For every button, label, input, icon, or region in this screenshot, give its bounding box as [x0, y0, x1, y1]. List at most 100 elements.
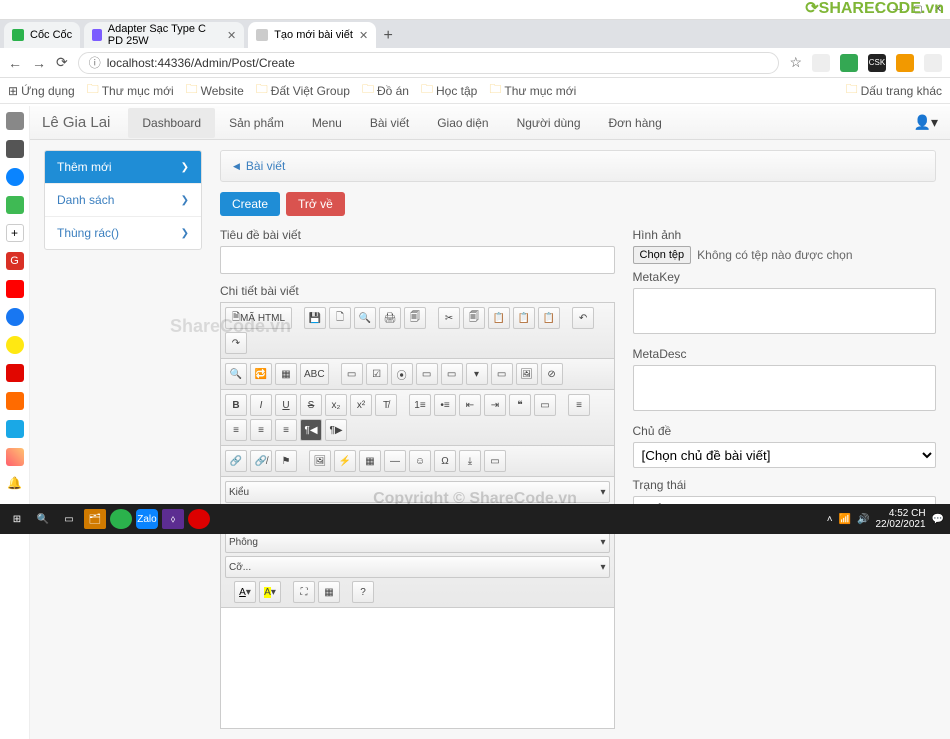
bookmark-folder[interactable]: 🗀Thư mục mới [87, 80, 174, 101]
bold-icon[interactable]: B [225, 394, 247, 416]
spellcheck-icon[interactable]: ABC [300, 363, 329, 385]
showblocks-icon[interactable]: ▦ [318, 581, 340, 603]
editor-canvas[interactable] [221, 608, 614, 728]
browser-tab-active[interactable]: Tạo mới bài viết✕ [248, 22, 376, 48]
template-icon[interactable]: 🗐 [404, 307, 426, 329]
search-icon[interactable]: 🔍 [32, 509, 54, 529]
button-icon[interactable]: ▭ [491, 363, 513, 385]
indent-icon[interactable]: ⇥ [484, 394, 506, 416]
coccoc-icon[interactable] [110, 509, 132, 529]
sidebar-item-new[interactable]: Thêm mới❯ [45, 151, 201, 184]
textcolor-icon[interactable]: A▾ [234, 581, 256, 603]
ltr-icon[interactable]: ¶◀ [300, 419, 322, 441]
unlink-icon[interactable]: 🔗̸ [250, 450, 272, 472]
flash-icon[interactable]: ⚡ [334, 450, 356, 472]
checkbox-icon[interactable]: ☑ [366, 363, 388, 385]
zalo-icon[interactable]: Zalo [136, 509, 158, 529]
chat-icon[interactable] [6, 336, 24, 354]
close-icon[interactable]: ✕ [227, 29, 236, 42]
messenger-icon[interactable] [6, 168, 24, 186]
hidden-icon[interactable]: ⊘ [541, 363, 563, 385]
metadesc-textarea[interactable] [633, 365, 936, 411]
replace-icon[interactable]: 🔁 [250, 363, 272, 385]
other-bookmarks[interactable]: 🗀Dấu trang khác [846, 80, 942, 101]
textarea-icon[interactable]: ▭ [441, 363, 463, 385]
bookmark-folder[interactable]: 🗀Thư mục mới [489, 80, 576, 101]
paste-icon[interactable]: 📋 [488, 307, 510, 329]
browser-tab[interactable]: Adapter Sạc Type C PD 25W✕ [84, 22, 244, 48]
youtube-icon[interactable] [6, 280, 24, 298]
extension-icon[interactable] [840, 54, 858, 72]
apps-button[interactable]: ⊞ Ứng dụng [8, 84, 75, 98]
extension-icon[interactable] [812, 54, 830, 72]
bookmark-folder[interactable]: 🗀Website [186, 80, 244, 101]
selectall-icon[interactable]: ▦ [275, 363, 297, 385]
subscript-icon[interactable]: x₂ [325, 394, 347, 416]
anchor-icon[interactable]: ⚑ [275, 450, 297, 472]
app-icon[interactable] [6, 448, 24, 466]
reload-icon[interactable]: ⟳ [56, 54, 68, 71]
table-icon[interactable]: ▦ [359, 450, 381, 472]
font-select[interactable]: Phông ▾ [225, 531, 610, 553]
div-icon[interactable]: ▭ [534, 394, 556, 416]
select-icon[interactable]: ▾ [466, 363, 488, 385]
about-icon[interactable]: ? [352, 581, 374, 603]
breadcrumb[interactable]: ◀ Bài viết [220, 150, 936, 182]
new-tab-button[interactable]: + [376, 24, 400, 48]
hr-icon[interactable]: — [384, 450, 406, 472]
paste-word-icon[interactable]: 📋 [538, 307, 560, 329]
forward-icon[interactable]: → [32, 55, 46, 71]
notification-icon[interactable]: 💬 [932, 514, 944, 525]
outdent-icon[interactable]: ⇤ [459, 394, 481, 416]
extension-icon[interactable] [924, 54, 942, 72]
taskview-icon[interactable]: ▭ [58, 509, 80, 529]
image-button-icon[interactable]: 🖼 [516, 363, 538, 385]
align-left-icon[interactable]: ≡ [568, 394, 590, 416]
bell-icon[interactable]: 🔔 [7, 476, 22, 490]
link-icon[interactable]: 🔗 [225, 450, 247, 472]
facebook-icon[interactable] [6, 308, 24, 326]
back-icon[interactable]: ← [8, 55, 22, 71]
nav-menu[interactable]: Menu [298, 108, 356, 138]
maximize-icon[interactable]: ⛶ [293, 581, 315, 603]
redo-icon[interactable]: ↷ [225, 332, 247, 354]
extension-csk-icon[interactable]: CSK [868, 54, 886, 72]
specialchar-icon[interactable]: Ω [434, 450, 456, 472]
history-icon[interactable] [6, 140, 24, 158]
nav-dashboard[interactable]: Dashboard [128, 108, 215, 138]
app-icon[interactable] [6, 392, 24, 410]
star-icon[interactable]: ☆ [789, 54, 802, 71]
extension-icon[interactable] [896, 54, 914, 72]
choose-file-button[interactable]: Chọn tệp [633, 246, 692, 264]
nav-orders[interactable]: Đơn hàng [595, 108, 676, 138]
bookmark-folder[interactable]: 🗀Học tập [421, 80, 477, 101]
clock[interactable]: 4:52 CH 22/02/2021 [875, 508, 925, 530]
g-icon[interactable]: G [6, 252, 24, 270]
find-icon[interactable]: 🔍 [225, 363, 247, 385]
explorer-icon[interactable]: 🗂 [84, 509, 106, 529]
user-menu[interactable]: 👤▾ [914, 114, 938, 131]
sidebar-item-trash[interactable]: Thùng rác()❯ [45, 217, 201, 249]
rtl-icon[interactable]: ¶▶ [325, 419, 347, 441]
create-button[interactable]: Create [220, 192, 280, 216]
newpage-icon[interactable]: 🗋 [329, 307, 351, 329]
nav-users[interactable]: Người dùng [503, 108, 595, 138]
blockquote-icon[interactable]: ❝ [509, 394, 531, 416]
record-icon[interactable] [188, 509, 210, 529]
gear-icon[interactable] [6, 112, 24, 130]
align-right-icon[interactable]: ≡ [250, 419, 272, 441]
form-icon[interactable]: ▭ [341, 363, 363, 385]
undo-icon[interactable]: ↶ [572, 307, 594, 329]
volume-icon[interactable]: 🔊 [857, 514, 869, 525]
metakey-textarea[interactable] [633, 288, 936, 334]
print-icon[interactable]: 🖨 [379, 307, 401, 329]
radio-icon[interactable]: ⦿ [391, 363, 413, 385]
iframe-icon[interactable]: ▭ [484, 450, 506, 472]
browser-tab[interactable]: Cốc Cốc [4, 22, 80, 48]
bullist-icon[interactable]: •≡ [434, 394, 456, 416]
italic-icon[interactable]: I [250, 394, 272, 416]
image-icon[interactable]: 🖼 [309, 450, 331, 472]
nav-products[interactable]: Sản phẩm [215, 108, 298, 138]
add-rail-icon[interactable]: + [6, 224, 24, 242]
pagebreak-icon[interactable]: ⤓ [459, 450, 481, 472]
